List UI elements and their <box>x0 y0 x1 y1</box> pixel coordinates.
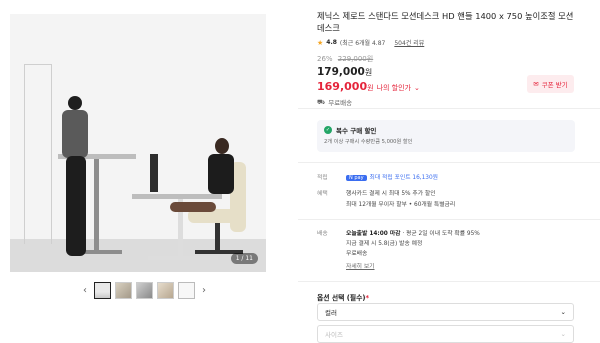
delivery-free: 무료배송 <box>346 251 368 257</box>
rating-detail: (최근 6개월 4.87 <box>339 40 386 47</box>
divider <box>298 219 600 220</box>
sale-price-unit: 원 <box>364 68 373 77</box>
truck-icon: ⛟ <box>317 97 326 106</box>
divider <box>298 162 600 163</box>
review-link[interactable]: 504건 리뷰 <box>394 38 424 47</box>
star-icon: ★ <box>317 38 324 47</box>
thumbnail-strip: ‹ › <box>80 280 209 300</box>
coupon-icon: ✉ <box>533 80 539 88</box>
my-price-unit: 원 <box>367 84 374 92</box>
coupon-label: 쿠폰 받기 <box>541 81 568 89</box>
sale-price-value: 179,000 <box>317 66 365 78</box>
npay-badge: N pay <box>346 175 367 181</box>
delivery-arrival: · 평균 2일 이내 도착 확률 95% <box>402 231 480 237</box>
thumbnail-1[interactable] <box>94 281 111 299</box>
my-price-label: 나의 할인가 <box>376 84 411 92</box>
divider <box>298 108 600 109</box>
points-text[interactable]: 최대 적립 포인트 16,130원 <box>370 175 438 181</box>
points-key: 적립 <box>317 175 328 181</box>
shipping-label: 무료배송 <box>328 99 353 107</box>
product-title: 제닉스 제로드 스탠다드 모션데스크 HD 핸들 1400 x 750 높이조절… <box>317 11 574 33</box>
bulk-desc: 2개 이상 구매시 수량만큼 5,000원 할인 <box>324 139 413 145</box>
product-main-image[interactable]: 1 / 11 <box>10 14 266 272</box>
chevron-left-icon[interactable]: ‹ <box>80 285 90 296</box>
delivery-dispatch: 지금 결제 시 5.8(금) 발송 예정 <box>346 241 423 247</box>
color-select-label: 컬러 <box>325 309 337 317</box>
divider <box>298 281 600 282</box>
benefit-key: 혜택 <box>317 191 328 197</box>
discount-line: 26% 229,000원 <box>317 54 577 64</box>
desk-photo <box>10 14 266 272</box>
size-select[interactable]: 사이즈 ⌄ <box>317 325 574 343</box>
delivery-more-link[interactable]: 자세히 보기 <box>346 261 375 270</box>
required-mark: * <box>365 294 370 302</box>
thumbnail-2[interactable] <box>115 281 132 299</box>
image-counter: 1 / 11 <box>230 253 258 264</box>
coupon-button[interactable]: ✉ 쿠폰 받기 <box>527 75 574 93</box>
chevron-down-icon: ⌄ <box>414 84 420 92</box>
thumbnail-3[interactable] <box>136 281 153 299</box>
benefit-line-1[interactable]: 행사카드 결제 시 최대 5% 추가 할인 <box>346 188 436 197</box>
thumbnail-5[interactable] <box>178 281 195 299</box>
size-select-label: 사이즈 <box>325 331 343 339</box>
bulk-title: 복수 구매 할인 <box>336 127 377 135</box>
delivery-key: 배송 <box>317 231 328 237</box>
option-title: 옵션 선택 (필수)* <box>317 292 369 302</box>
color-select[interactable]: 컬러 ⌄ <box>317 303 574 321</box>
benefit-line-2[interactable]: 최대 12개월 무이자 할부 • 60개월 특별금리 <box>346 199 455 208</box>
benefit-row: 혜택 행사카드 결제 시 최대 5% 추가 할인 최대 12개월 무이자 할부 … <box>317 188 575 210</box>
chevron-right-icon[interactable]: › <box>199 285 209 296</box>
points-row: 적립 N pay 최대 적립 포인트 16,130원 <box>317 172 575 182</box>
original-price: 229,000원 <box>337 55 374 63</box>
chevron-down-icon: ⌄ <box>560 330 566 338</box>
option-title-text: 옵션 선택 <box>317 294 345 302</box>
my-price-value: 169,000 <box>317 80 368 93</box>
rating-score: 4.8 <box>326 39 337 46</box>
rating-row: ★ 4.8 (최근 6개월 4.87 504건 리뷰 <box>317 38 577 48</box>
delivery-cutoff: 오늘출발 14:00 마감 <box>346 231 401 237</box>
bulk-discount-box: ✓ 복수 구매 할인 2개 이상 구매시 수량만큼 5,000원 할인 <box>317 120 575 152</box>
shipping-info: ⛟ 무료배송 <box>317 97 577 108</box>
option-required: (필수) <box>346 294 366 302</box>
delivery-row: 배송 오늘출발 14:00 마감 · 평균 2일 이내 도착 확률 95% 지금… <box>317 228 575 274</box>
chevron-down-icon: ⌄ <box>560 308 566 316</box>
discount-percent: 26% <box>317 55 333 63</box>
check-icon: ✓ <box>324 126 332 134</box>
thumbnail-4[interactable] <box>157 281 174 299</box>
